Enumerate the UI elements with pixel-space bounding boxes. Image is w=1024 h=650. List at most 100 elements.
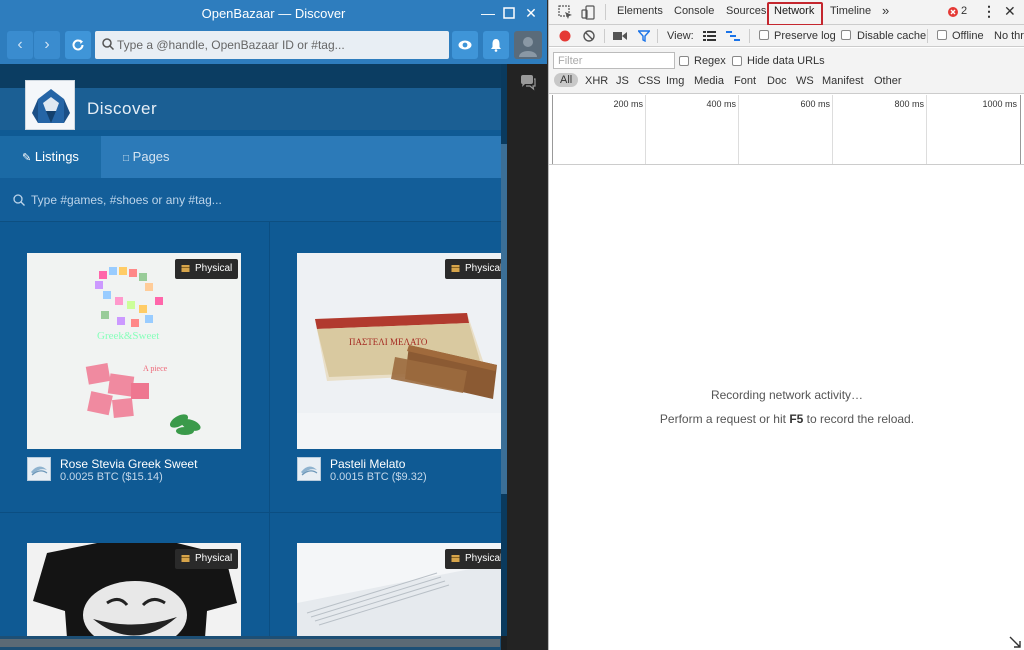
- timeline-tick-label: 400 ms: [706, 99, 736, 109]
- regex-checkbox[interactable]: [679, 56, 689, 66]
- hide-data-urls-checkbox[interactable]: [732, 56, 742, 66]
- filter-type-js[interactable]: JS: [616, 75, 629, 87]
- notifications-button[interactable]: [483, 31, 509, 59]
- svg-text:Greek&Sweet: Greek&Sweet: [97, 330, 159, 342]
- more-tabs-button[interactable]: »: [882, 3, 889, 18]
- kebab-menu-icon[interactable]: ⋮: [982, 3, 996, 20]
- recording-message: Recording network activity…: [710, 388, 864, 402]
- header-strip: [0, 64, 501, 88]
- devtools-panel: Elements Console Sources Network Timelin…: [548, 0, 1024, 650]
- listing-image[interactable]: ΠΑΣΤΕΛΙ ΜΕΛΑΤΟ: [297, 253, 501, 449]
- tab-listings[interactable]: ✎ Listings: [0, 136, 101, 178]
- title-bar: OpenBazaar — Discover — ✕: [0, 0, 547, 26]
- close-icon[interactable]: ✕: [522, 4, 540, 22]
- physical-badge: Physical: [175, 259, 239, 279]
- resize-handle-icon[interactable]: [1009, 636, 1021, 648]
- filter-type-other[interactable]: Other: [874, 75, 902, 87]
- minimize-icon[interactable]: —: [479, 4, 497, 22]
- inspect-element-icon[interactable]: [558, 5, 573, 20]
- filter-type-doc[interactable]: Doc: [767, 75, 787, 87]
- tab-elements[interactable]: Elements: [617, 5, 663, 17]
- user-icon: [519, 37, 537, 57]
- disable-cache-checkbox[interactable]: [841, 30, 851, 40]
- horizontal-scrollbar[interactable]: [0, 636, 501, 650]
- timeline-tick-label: 600 ms: [800, 99, 830, 109]
- filter-type-manifest[interactable]: Manifest: [822, 75, 864, 87]
- filter-input[interactable]: [553, 52, 675, 69]
- tab-console[interactable]: Console: [674, 5, 714, 17]
- filter-type-media[interactable]: Media: [694, 75, 724, 87]
- tag-icon: ✎: [22, 152, 32, 164]
- offline-label: Offline: [952, 30, 984, 42]
- badge-label: Physical: [195, 263, 233, 274]
- waterfall-view-icon[interactable]: [726, 31, 740, 41]
- filter-type-img[interactable]: Img: [666, 75, 684, 87]
- back-button[interactable]: ‹: [7, 31, 33, 59]
- timeline-grid-line: [1020, 95, 1021, 164]
- store-avatar[interactable]: [25, 80, 75, 130]
- chat-icon[interactable]: [519, 74, 536, 91]
- box-icon: [181, 555, 190, 562]
- pasteli-product-image: ΠΑΣΤΕΛΙ ΜΕΛΑΤΟ: [297, 253, 501, 449]
- record-hint-key: F5: [789, 412, 804, 426]
- svg-text:ΠΑΣΤΕΛΙ ΜΕΛΑΤΟ: ΠΑΣΤΕΛΙ ΜΕΛΑΤΟ: [349, 337, 428, 347]
- timeline-grid-line: [832, 95, 833, 164]
- tag-search-input[interactable]: [31, 190, 481, 210]
- chevron-right-icon: ›: [44, 36, 50, 53]
- list-view-icon[interactable]: [703, 31, 716, 41]
- greek-sweet-product-image: Greek&Sweet A piece: [27, 253, 241, 449]
- grid-divider-horizontal: [0, 512, 501, 513]
- seller-avatar[interactable]: [27, 457, 51, 481]
- refresh-button[interactable]: [65, 31, 91, 59]
- video-camera-icon[interactable]: [613, 31, 627, 41]
- tab-pages[interactable]: □ Pages: [101, 136, 201, 178]
- preserve-log-checkbox[interactable]: [759, 30, 769, 40]
- address-bar[interactable]: [95, 31, 449, 59]
- record-icon[interactable]: [559, 30, 571, 42]
- tab-timeline[interactable]: Timeline: [830, 5, 871, 17]
- filter-icon[interactable]: [638, 30, 650, 42]
- physical-badge: Physical: [175, 549, 239, 569]
- tag-search-bar[interactable]: [0, 178, 501, 222]
- timeline-tick-label: 800 ms: [894, 99, 924, 109]
- tab-sources[interactable]: Sources: [726, 5, 766, 17]
- filter-type-xhr[interactable]: XHR: [585, 75, 608, 87]
- filter-type-ws[interactable]: WS: [796, 75, 814, 87]
- network-overview-timeline[interactable]: 200 ms 400 ms 600 ms 800 ms 1000 ms: [549, 95, 1024, 165]
- network-tab-highlight: [767, 2, 823, 26]
- close-devtools-icon[interactable]: ✕: [1004, 3, 1016, 20]
- hide-data-urls-label: Hide data URLs: [747, 55, 825, 67]
- timeline-grid-line: [645, 95, 646, 164]
- filter-type-font[interactable]: Font: [734, 75, 756, 87]
- page-title: Discover: [87, 99, 158, 118]
- filter-type-css[interactable]: CSS: [638, 75, 661, 87]
- offline-checkbox[interactable]: [937, 30, 947, 40]
- record-hint-prefix: Perform a request or hit: [659, 412, 790, 426]
- discover-tabs: ✎ Listings □ Pages: [0, 136, 501, 178]
- listing-title[interactable]: Pasteli Melato: [330, 457, 405, 471]
- disable-cache-label: Disable cache: [857, 30, 927, 42]
- svg-text:A piece: A piece: [143, 364, 168, 373]
- clear-icon[interactable]: [583, 30, 595, 42]
- throttling-select[interactable]: No thr: [994, 30, 1024, 42]
- seller-logo-icon: [301, 466, 318, 476]
- user-avatar[interactable]: [514, 31, 542, 59]
- page-icon: □: [123, 153, 130, 164]
- chevron-left-icon: ‹: [17, 36, 23, 53]
- device-mode-icon[interactable]: [581, 5, 596, 20]
- filter-type-all[interactable]: All: [554, 73, 579, 87]
- tab-label: Listings: [34, 149, 79, 164]
- address-input[interactable]: [117, 35, 442, 55]
- listing-image[interactable]: Greek&Sweet A piece: [27, 253, 241, 449]
- forward-button[interactable]: ›: [34, 31, 60, 59]
- scroll-thumb[interactable]: [0, 639, 500, 647]
- listing-title[interactable]: Rose Stevia Greek Sweet: [60, 457, 197, 471]
- error-count[interactable]: 2: [961, 5, 967, 17]
- preserve-log-label: Preserve log: [774, 30, 836, 42]
- view-label: View:: [667, 30, 694, 42]
- tab-separator: [605, 4, 606, 20]
- seller-avatar[interactable]: [297, 457, 321, 481]
- maximize-icon[interactable]: [500, 4, 518, 22]
- view-button[interactable]: [452, 31, 478, 59]
- openbazaar-window: OpenBazaar — Discover — ✕ ‹ › Type a @ha…: [0, 0, 547, 650]
